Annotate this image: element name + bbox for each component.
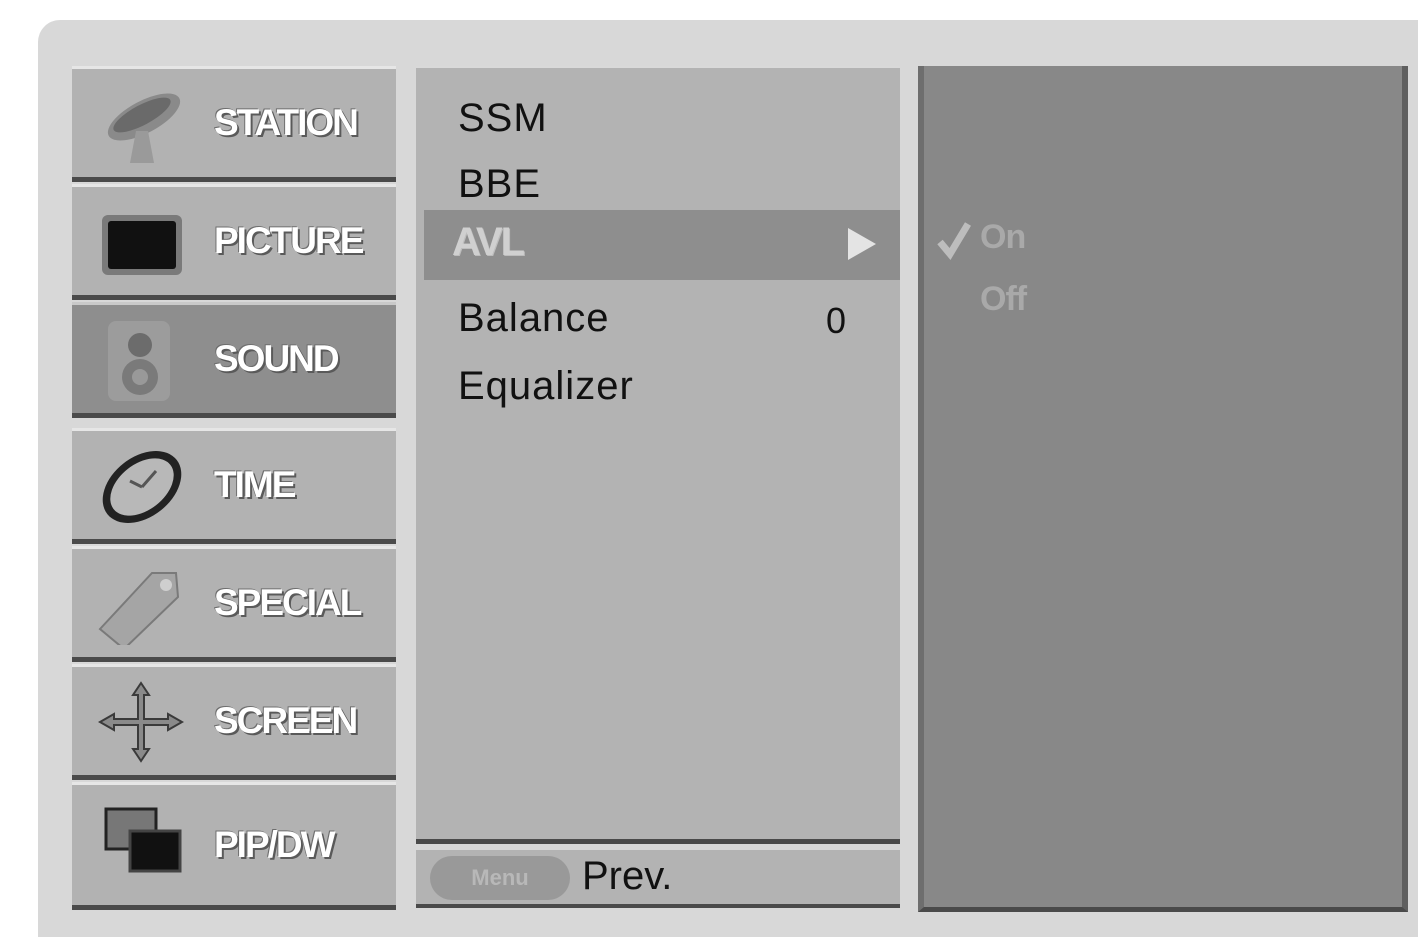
footer-bar: Menu Prev. [416,850,900,908]
menu-item-avl[interactable]: AVL [424,210,900,280]
category-label: PICTURE [214,220,364,261]
category-station[interactable]: STATION [72,66,396,182]
tv-screen-icon [102,215,182,275]
balance-value: 0 [826,300,847,341]
check-icon [937,222,972,260]
speaker-icon [108,321,170,401]
menu-button[interactable]: Menu [430,856,570,900]
satellite-dish-icon [107,93,181,163]
avl-options-panel [918,66,1408,912]
category-label: TIME [214,464,296,505]
submenu-arrow-icon [848,228,876,260]
category-label: SOUND [214,338,340,379]
category-screen[interactable]: SCREEN [72,664,396,780]
sound-submenu-panel: SSM BBE Balance 0 Equalizer [416,66,900,844]
menu-item-avl-label: AVL [452,220,525,264]
option-off[interactable]: Off [980,280,1027,319]
category-picture[interactable]: PICTURE [72,184,396,300]
category-label: STATION [214,102,359,143]
category-special[interactable]: SPECIAL [72,546,396,662]
category-label: PIP/DW [214,824,336,865]
category-sound[interactable]: SOUND [72,302,396,418]
menu-item-equalizer[interactable]: Equalizer [458,364,634,409]
menu-item-balance[interactable]: Balance [458,296,610,341]
category-label: SPECIAL [214,582,362,623]
menu-item-bbe[interactable]: BBE [458,162,541,207]
menu-item-ssm[interactable]: SSM [458,96,548,141]
pip-windows-icon [104,807,182,873]
category-time[interactable]: TIME [72,428,396,544]
category-pip-dw[interactable]: PIP/DW [72,782,396,910]
option-on[interactable]: On [980,218,1026,257]
tag-icon [98,572,180,645]
category-label: SCREEN [214,700,358,741]
prev-label: Prev. [582,854,673,898]
move-arrows-icon [97,681,185,763]
clock-icon [102,451,182,523]
